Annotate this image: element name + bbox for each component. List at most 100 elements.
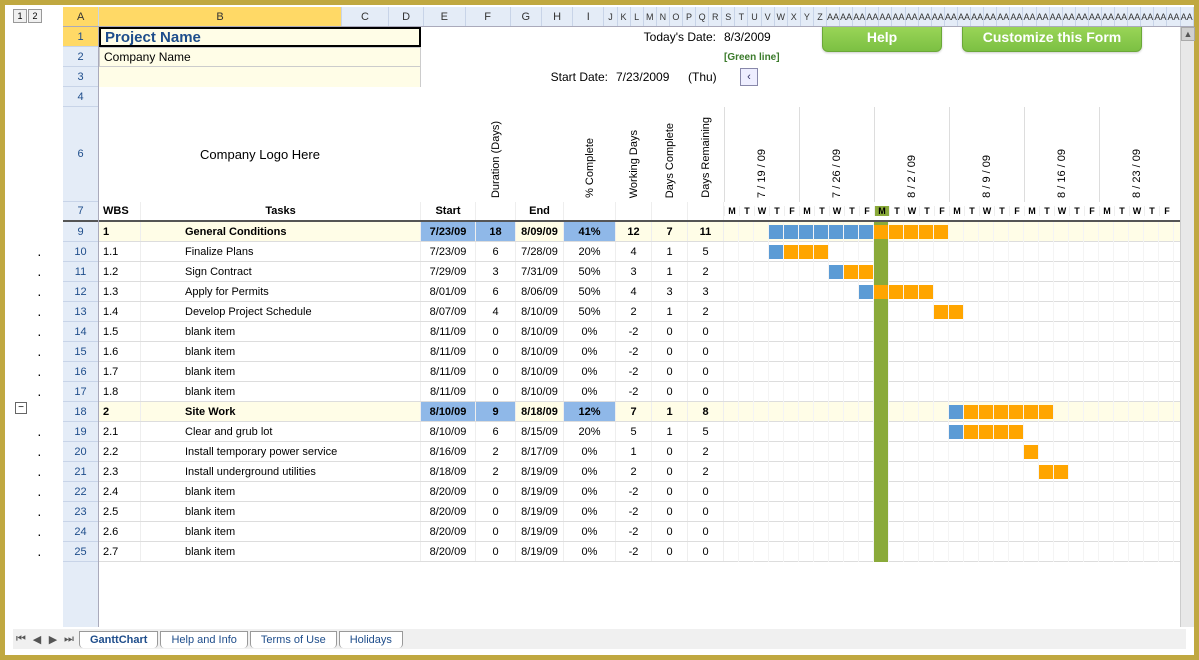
tab-nav-first[interactable]: ⏮ bbox=[13, 631, 29, 647]
scroll-up-arrow[interactable]: ▲ bbox=[1181, 27, 1195, 41]
cell-wd[interactable]: -2 bbox=[616, 382, 652, 401]
col-header-D[interactable]: D bbox=[389, 7, 424, 26]
row-header-20[interactable]: 20 bbox=[63, 442, 98, 462]
cell-start[interactable]: 8/11/09 bbox=[421, 342, 476, 361]
cell-dc[interactable]: 0 bbox=[652, 442, 688, 461]
cell-dc[interactable]: 0 bbox=[652, 542, 688, 561]
col-header-gantt-16[interactable]: Z bbox=[814, 7, 827, 26]
cell-dur[interactable]: 0 bbox=[476, 322, 516, 341]
cell-end[interactable]: 8/19/09 bbox=[516, 482, 564, 501]
cell-pct[interactable]: 0% bbox=[564, 442, 616, 461]
cell-start[interactable]: 8/11/09 bbox=[421, 362, 476, 381]
col-header-gantt-11[interactable]: U bbox=[748, 7, 761, 26]
cell-dr[interactable]: 2 bbox=[688, 302, 724, 321]
cell-pct[interactable]: 0% bbox=[564, 382, 616, 401]
col-header-gantt-20[interactable]: AA bbox=[866, 7, 879, 26]
cell-end[interactable]: 8/17/09 bbox=[516, 442, 564, 461]
cell-pct[interactable]: 0% bbox=[564, 542, 616, 561]
row-header-16[interactable]: 16 bbox=[63, 362, 98, 382]
cell-dur[interactable]: 2 bbox=[476, 462, 516, 481]
row-header-18[interactable]: 18 bbox=[63, 402, 98, 422]
row-header-13[interactable]: 13 bbox=[63, 302, 98, 322]
cell-dr[interactable]: 3 bbox=[688, 282, 724, 301]
cell-dr[interactable]: 0 bbox=[688, 482, 724, 501]
table-row[interactable]: 2.3Install underground utilities8/18/092… bbox=[99, 462, 1180, 482]
col-header-gantt-1[interactable]: K bbox=[618, 7, 631, 26]
cell-wbs[interactable]: 2.5 bbox=[99, 502, 141, 521]
cell-wbs[interactable]: 2 bbox=[99, 402, 141, 421]
col-header-gantt-43[interactable]: AA bbox=[1167, 7, 1180, 26]
row-header-9[interactable]: 9 bbox=[63, 222, 98, 242]
cell-wbs[interactable]: 1.6 bbox=[99, 342, 141, 361]
col-header-gantt-37[interactable]: AA bbox=[1089, 7, 1102, 26]
cell-wbs[interactable]: 1.7 bbox=[99, 362, 141, 381]
col-header-gantt-28[interactable]: AA bbox=[971, 7, 984, 26]
cell-start[interactable]: 8/07/09 bbox=[421, 302, 476, 321]
row-header-23[interactable]: 23 bbox=[63, 502, 98, 522]
col-header-gantt-22[interactable]: AA bbox=[892, 7, 905, 26]
outline-level-1[interactable]: 1 bbox=[13, 9, 27, 23]
sheet-tab-help-and-info[interactable]: Help and Info bbox=[160, 631, 247, 648]
col-header-I[interactable]: I bbox=[573, 7, 604, 26]
col-header-gantt-4[interactable]: N bbox=[657, 7, 670, 26]
cell-wbs[interactable]: 1 bbox=[99, 222, 141, 241]
col-header-gantt-34[interactable]: AA bbox=[1050, 7, 1063, 26]
cell-dur[interactable]: 0 bbox=[476, 342, 516, 361]
row-header-4[interactable]: 4 bbox=[63, 87, 98, 107]
cell-end[interactable]: 8/19/09 bbox=[516, 502, 564, 521]
cell-end[interactable]: 8/10/09 bbox=[516, 302, 564, 321]
col-header-gantt-42[interactable]: AA bbox=[1154, 7, 1167, 26]
cell-wbs[interactable]: 2.6 bbox=[99, 522, 141, 541]
table-row[interactable]: 2Site Work8/10/0998/18/0912%718 bbox=[99, 402, 1180, 422]
row-header-12[interactable]: 12 bbox=[63, 282, 98, 302]
col-header-gantt-33[interactable]: AA bbox=[1037, 7, 1050, 26]
cell-dur[interactable]: 0 bbox=[476, 382, 516, 401]
table-row[interactable]: 2.7blank item8/20/0908/19/090%-200 bbox=[99, 542, 1180, 562]
cell-wbs[interactable]: 1.3 bbox=[99, 282, 141, 301]
cell-task[interactable]: blank item bbox=[141, 542, 421, 561]
cell-wd[interactable]: -2 bbox=[616, 482, 652, 501]
cell-dc[interactable]: 0 bbox=[652, 522, 688, 541]
cell-task[interactable]: Sign Contract bbox=[141, 262, 421, 281]
cell-dc[interactable]: 0 bbox=[652, 362, 688, 381]
cell-dur[interactable]: 9 bbox=[476, 402, 516, 421]
cell-dr[interactable]: 0 bbox=[688, 502, 724, 521]
col-header-gantt-12[interactable]: V bbox=[762, 7, 775, 26]
cell-wd[interactable]: 2 bbox=[616, 462, 652, 481]
cell-pct[interactable]: 20% bbox=[564, 242, 616, 261]
tab-nav-last[interactable]: ⏭ bbox=[61, 631, 77, 647]
col-header-gantt-10[interactable]: T bbox=[735, 7, 748, 26]
cell-task[interactable]: Finalize Plans bbox=[141, 242, 421, 261]
col-header-gantt-8[interactable]: R bbox=[709, 7, 722, 26]
cell-task[interactable]: General Conditions bbox=[141, 222, 421, 241]
row-header-17[interactable]: 17 bbox=[63, 382, 98, 402]
cell-end[interactable]: 8/10/09 bbox=[516, 362, 564, 381]
cell-wd[interactable]: -2 bbox=[616, 342, 652, 361]
project-name-cell[interactable]: Project Name bbox=[99, 27, 421, 47]
cell-task[interactable]: Install underground utilities bbox=[141, 462, 421, 481]
row-header-24[interactable]: 24 bbox=[63, 522, 98, 542]
cell-dc[interactable]: 7 bbox=[652, 222, 688, 241]
table-row[interactable]: 1General Conditions7/23/09188/09/0941%12… bbox=[99, 222, 1180, 242]
cell-pct[interactable]: 0% bbox=[564, 342, 616, 361]
row-header-7[interactable]: 7 bbox=[63, 202, 98, 222]
cell-dur[interactable]: 0 bbox=[476, 502, 516, 521]
cell-task[interactable]: Install temporary power service bbox=[141, 442, 421, 461]
cell-task[interactable]: Apply for Permits bbox=[141, 282, 421, 301]
col-header-gantt-39[interactable]: AA bbox=[1115, 7, 1128, 26]
table-row[interactable]: 1.3Apply for Permits8/01/0968/06/0950%43… bbox=[99, 282, 1180, 302]
cell-wbs[interactable]: 2.3 bbox=[99, 462, 141, 481]
cell-task[interactable]: blank item bbox=[141, 522, 421, 541]
cell-dc[interactable]: 0 bbox=[652, 322, 688, 341]
row-header-22[interactable]: 22 bbox=[63, 482, 98, 502]
col-header-gantt-36[interactable]: AA bbox=[1076, 7, 1089, 26]
cell-dur[interactable]: 18 bbox=[476, 222, 516, 241]
cell-dur[interactable]: 0 bbox=[476, 542, 516, 561]
cell-wd[interactable]: -2 bbox=[616, 362, 652, 381]
cell-end[interactable]: 8/19/09 bbox=[516, 522, 564, 541]
cell-wbs[interactable]: 1.4 bbox=[99, 302, 141, 321]
col-header-gantt-24[interactable]: AA bbox=[919, 7, 932, 26]
cell-dr[interactable]: 0 bbox=[688, 382, 724, 401]
cell-wbs[interactable]: 2.2 bbox=[99, 442, 141, 461]
cell-dur[interactable]: 0 bbox=[476, 522, 516, 541]
